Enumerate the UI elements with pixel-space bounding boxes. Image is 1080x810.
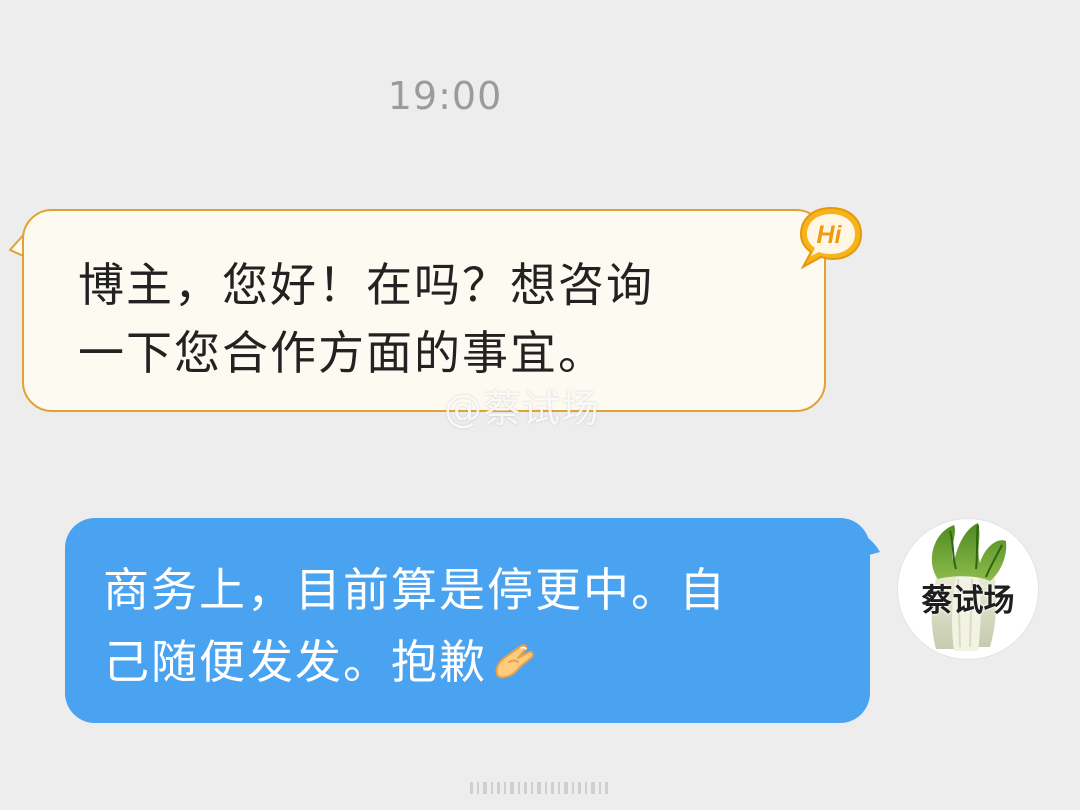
incoming-message[interactable]: 博主，您好！在吗？想咨询 一下您合作方面的事宜。 (0, 200, 880, 430)
incoming-message-bubble[interactable]: 博主，您好！在吗？想咨询 一下您合作方面的事宜。 (22, 209, 826, 412)
chat-timestamp: 19:00 (387, 74, 503, 118)
outgoing-message-bubble[interactable]: 商务上，目前算是停更中。自 己随便发发。抱歉 (65, 518, 870, 723)
outgoing-message-line: 商务上，目前算是停更中。自 (103, 563, 727, 617)
outgoing-message[interactable]: 商务上，目前算是停更中。自 己随便发发。抱歉 (60, 510, 900, 730)
avatar[interactable]: 蔡试场 (898, 519, 1038, 659)
hi-badge-label: Hi (817, 221, 843, 249)
pinched-hand-emoji-icon (491, 630, 539, 702)
footer-watermark-barcode (470, 782, 608, 794)
incoming-message-line: 一下您合作方面的事宜。 (78, 326, 606, 380)
watermark: @蔡试场 (444, 387, 601, 431)
avatar-label: 蔡试场 (921, 583, 1015, 619)
outgoing-message-text: 己随便发发。抱歉 (103, 635, 487, 689)
incoming-message-line: 博主，您好！在吗？想咨询 (78, 258, 654, 312)
hi-speech-badge-icon: Hi (799, 206, 863, 270)
outgoing-message-line-2: 己随便发发。抱歉 (103, 626, 840, 702)
